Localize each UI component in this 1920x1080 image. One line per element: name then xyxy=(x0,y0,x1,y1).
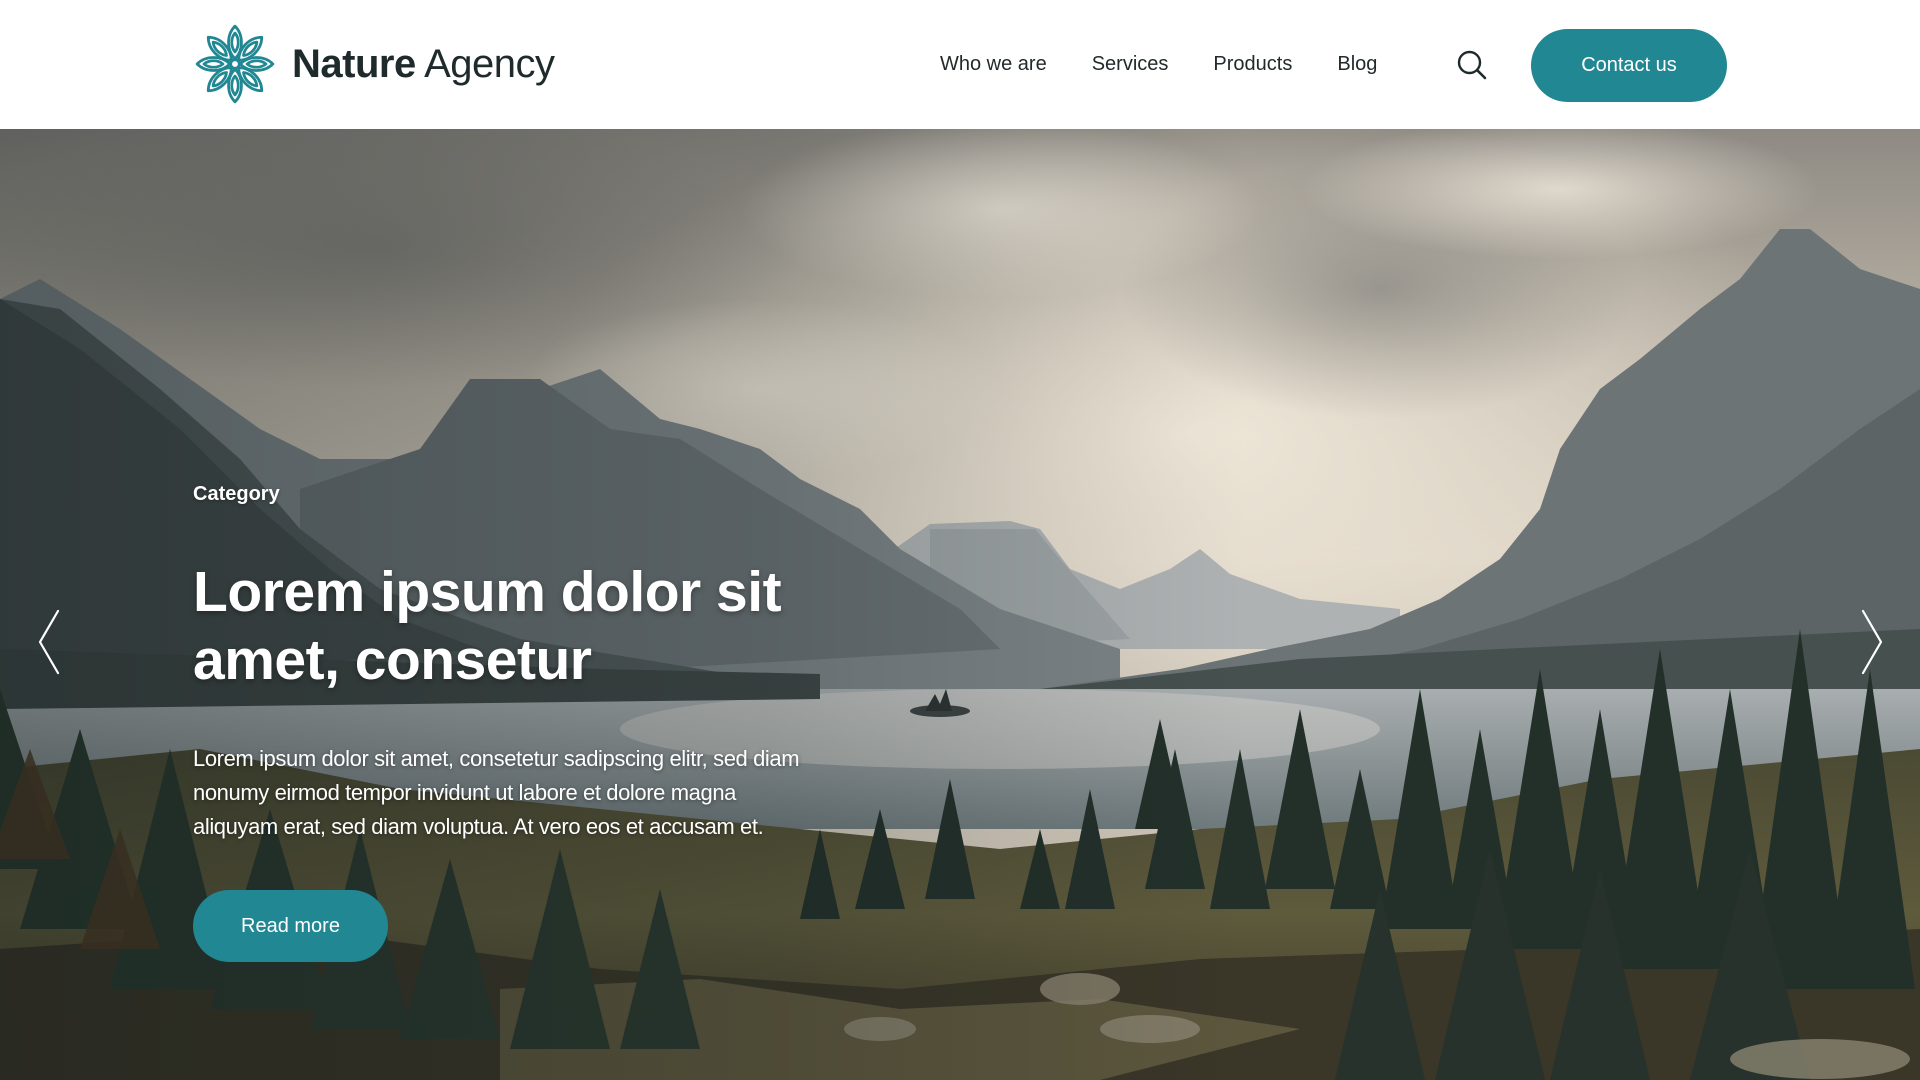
brand-name-bold: Nature xyxy=(292,41,416,86)
hero-title-line-2: amet, consetur xyxy=(193,628,592,692)
brand-home-link[interactable]: Nature Agency xyxy=(192,21,555,107)
brand-name: Nature Agency xyxy=(292,42,555,87)
brand-name-light: Agency xyxy=(424,41,555,86)
hero-category: Category xyxy=(193,483,280,505)
hero-title-line-1: Lorem ipsum dolor sit xyxy=(193,560,782,624)
hero-description-line-1: Lorem ipsum dolor sit amet, consetetur s… xyxy=(193,746,800,771)
site-header: Nature Agency Who we are Services Produc… xyxy=(0,0,1920,129)
hero-title: Lorem ipsum dolor sit amet, consetur xyxy=(193,558,913,694)
hero-content: Category Lorem ipsum dolor sit amet, con… xyxy=(193,483,913,962)
hero-slider: Category Lorem ipsum dolor sit amet, con… xyxy=(0,129,1920,1080)
nav-item-blog[interactable]: Blog xyxy=(1337,53,1377,76)
nav-item-products[interactable]: Products xyxy=(1213,53,1292,76)
contact-us-button[interactable]: Contact us xyxy=(1531,29,1727,102)
chevron-right-icon[interactable] xyxy=(1857,607,1887,677)
nav-item-who-we-are[interactable]: Who we are xyxy=(940,53,1047,76)
hero-description: Lorem ipsum dolor sit amet, consetetur s… xyxy=(193,742,883,844)
search-button[interactable] xyxy=(1455,48,1489,82)
read-more-button[interactable]: Read more xyxy=(193,890,388,962)
chevron-left-icon[interactable] xyxy=(34,607,64,677)
main-nav: Who we are Services Products Blog xyxy=(940,0,1377,129)
hero-description-line-2: nonumy eirmod tempor invidunt ut labore … xyxy=(193,780,736,805)
nav-item-services[interactable]: Services xyxy=(1092,53,1169,76)
flower-mandala-icon xyxy=(195,24,275,104)
hero-description-line-3: aliquyam erat, sed diam voluptua. At ver… xyxy=(193,814,764,839)
search-icon xyxy=(1457,50,1487,80)
